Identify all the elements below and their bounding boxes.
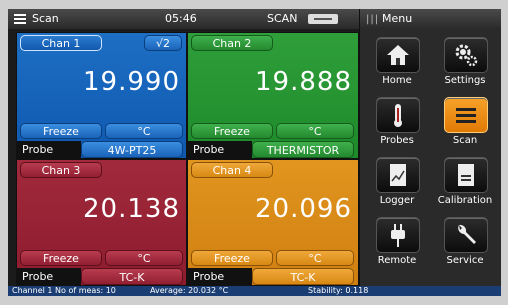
- channel-3-probe-button[interactable]: TC-K: [81, 268, 183, 285]
- channel-3-unit-button[interactable]: °C: [105, 250, 183, 266]
- channel-2-value: 19.888: [255, 67, 352, 97]
- menu-item-service[interactable]: Service: [432, 213, 498, 273]
- menu-item-logger[interactable]: Logger: [364, 153, 430, 213]
- channel-1-unit-button[interactable]: °C: [105, 123, 183, 139]
- menu-title: Menu: [382, 12, 413, 25]
- channel-1-value: 19.990: [83, 67, 180, 97]
- channel-4-probe-label: Probe: [188, 268, 252, 285]
- menu-item-label: Probes: [380, 135, 414, 146]
- menu-item-label: Remote: [377, 255, 417, 266]
- menu-item-label: Home: [382, 75, 412, 86]
- remote-plug-icon: [376, 217, 420, 253]
- channel-4-name-button[interactable]: Chan 4: [191, 162, 273, 178]
- drag-handle-icon[interactable]: |||: [366, 14, 379, 25]
- channel-1-freeze-button[interactable]: Freeze: [20, 123, 102, 139]
- channel-1-name-button[interactable]: Chan 1: [20, 35, 102, 51]
- menu-item-calibration[interactable]: Calibration: [432, 153, 498, 213]
- usb-icon: [308, 14, 338, 24]
- status-stability: Stability: 0.118: [308, 286, 369, 295]
- mode-label: SCAN: [267, 12, 298, 25]
- home-icon: [376, 37, 420, 73]
- gears-icon: [444, 37, 488, 73]
- menu-item-home[interactable]: Home: [364, 33, 430, 93]
- side-menu: Home Settings Probes Scan Logger Calibra…: [359, 29, 501, 286]
- channel-2-name-button[interactable]: Chan 2: [191, 35, 273, 51]
- probe-icon: [376, 97, 420, 133]
- menu-item-label: Calibration: [437, 195, 493, 206]
- channel-4-panel[interactable]: Chan 4 20.096 Freeze °C Probe TC-K: [187, 159, 359, 286]
- menu-item-label: Settings: [444, 75, 486, 86]
- calibration-icon: [444, 157, 488, 193]
- device-bezel: Scan 05:46 SCAN ||| Menu Chan 1 √2 19.99…: [0, 0, 508, 305]
- channel-4-freeze-button[interactable]: Freeze: [191, 250, 273, 266]
- channel-4-value: 20.096: [255, 194, 352, 224]
- channel-2-panel[interactable]: Chan 2 19.888 Freeze °C Probe THERMISTOR: [187, 32, 359, 159]
- clock: 05:46: [165, 12, 197, 25]
- menu-header: ||| Menu: [359, 9, 501, 29]
- channel-1-probe-label: Probe: [17, 141, 81, 158]
- channel-2-unit-button[interactable]: °C: [276, 123, 354, 139]
- hamburger-icon[interactable]: [14, 14, 26, 24]
- menu-item-scan[interactable]: Scan: [432, 93, 498, 153]
- wrench-icon: [444, 217, 488, 253]
- sqrt-button[interactable]: √2: [144, 35, 182, 51]
- channel-3-probe-label: Probe: [17, 268, 81, 285]
- menu-item-label: Service: [446, 255, 484, 266]
- channel-1-panel[interactable]: Chan 1 √2 19.990 Freeze °C Probe 4W-PT25: [16, 32, 187, 159]
- screen-title: Scan: [32, 12, 59, 25]
- scan-list-icon: [444, 97, 488, 133]
- channel-2-freeze-button[interactable]: Freeze: [191, 123, 273, 139]
- status-bar: Channel 1 No of meas: 10 Average: 20.032…: [8, 286, 501, 296]
- channel-1-probe-button[interactable]: 4W-PT25: [81, 141, 183, 158]
- channel-3-panel[interactable]: Chan 3 20.138 Freeze °C Probe TC-K: [16, 159, 187, 286]
- status-measurements: Channel 1 No of meas: 10: [12, 286, 116, 295]
- menu-item-probes[interactable]: Probes: [364, 93, 430, 153]
- logger-icon: [376, 157, 420, 193]
- channel-2-probe-button[interactable]: THERMISTOR: [252, 141, 354, 158]
- menu-item-label: Logger: [379, 195, 415, 206]
- channel-3-name-button[interactable]: Chan 3: [20, 162, 102, 178]
- screen: Scan 05:46 SCAN ||| Menu Chan 1 √2 19.99…: [8, 9, 501, 296]
- status-average: Average: 20.032 °C: [150, 286, 229, 295]
- channel-4-unit-button[interactable]: °C: [276, 250, 354, 266]
- channel-2-probe-label: Probe: [188, 141, 252, 158]
- menu-item-label: Scan: [452, 135, 478, 146]
- top-bar: Scan 05:46 SCAN: [8, 9, 359, 29]
- channel-3-value: 20.138: [83, 194, 180, 224]
- menu-item-remote[interactable]: Remote: [364, 213, 430, 273]
- channel-4-probe-button[interactable]: TC-K: [252, 268, 354, 285]
- menu-item-settings[interactable]: Settings: [432, 33, 498, 93]
- channel-3-freeze-button[interactable]: Freeze: [20, 250, 102, 266]
